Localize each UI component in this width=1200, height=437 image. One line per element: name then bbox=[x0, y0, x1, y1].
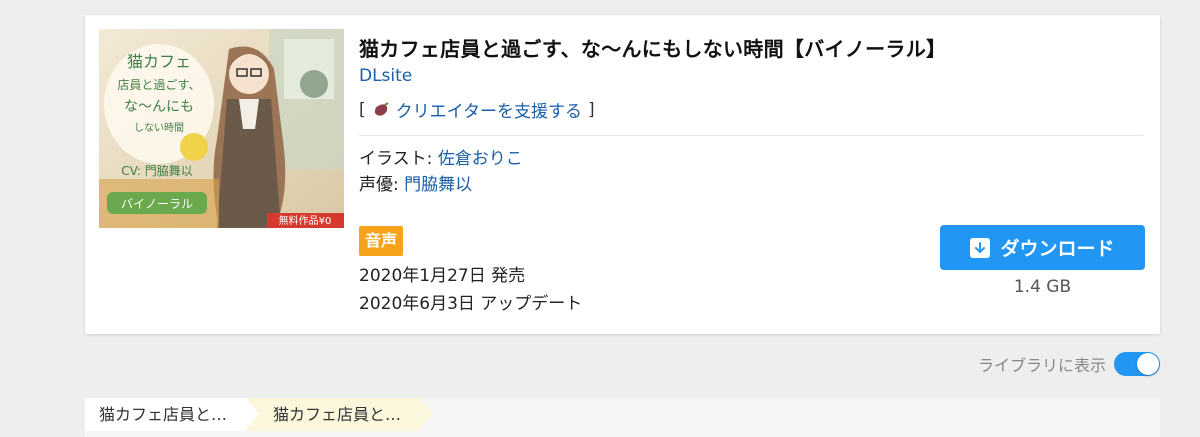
update-date: 2020年6月3日 アップデート bbox=[359, 294, 583, 314]
breadcrumb: 猫カフェ店員と… 猫カフェ店員と… bbox=[85, 398, 1160, 437]
divider bbox=[359, 135, 1143, 136]
breadcrumb-label: 猫カフェ店員と… bbox=[273, 405, 402, 424]
breadcrumb-separator bbox=[245, 398, 260, 430]
download-button[interactable]: ダウンロード bbox=[940, 225, 1145, 270]
voice-actor-link[interactable]: 門脇舞以 bbox=[404, 175, 472, 195]
credit-label: イラスト: bbox=[359, 149, 438, 169]
work-thumbnail[interactable]: バイノーラル 猫カフェ 店員と過ごす、 な〜んにも しない時間 CV: 門脇舞以… bbox=[99, 29, 344, 228]
library-toggle-row: ライブラリに表示 bbox=[978, 352, 1160, 376]
breadcrumb-item-2[interactable]: 猫カフェ店員と… bbox=[245, 398, 434, 431]
toggle-knob bbox=[1137, 353, 1159, 375]
work-card: バイノーラル 猫カフェ 店員と過ごす、 な〜んにも しない時間 CV: 門脇舞以… bbox=[85, 15, 1160, 334]
file-size: 1.4 GB bbox=[1013, 277, 1072, 297]
download-label: ダウンロード bbox=[1000, 238, 1115, 260]
support-creator-label: クリエイターを支援する bbox=[395, 102, 582, 122]
breadcrumb-separator bbox=[419, 398, 434, 430]
support-bracket-open: [ bbox=[359, 99, 366, 120]
sweet-potato-icon bbox=[374, 101, 389, 116]
support-creator-link[interactable]: クリエイターを支援する bbox=[372, 97, 582, 122]
library-toggle[interactable] bbox=[1114, 352, 1160, 376]
credit-illustration: イラスト: 佐倉おりこ bbox=[359, 146, 523, 172]
support-creator: [ クリエイターを支援する ] bbox=[359, 97, 595, 123]
svg-text:猫カフェ: 猫カフェ bbox=[127, 52, 191, 71]
credit-voice: 声優: 門脇舞以 bbox=[359, 172, 523, 198]
library-toggle-label: ライブラリに表示 bbox=[977, 356, 1106, 375]
credits: イラスト: 佐倉おりこ 声優: 門脇舞以 bbox=[359, 146, 523, 198]
illustrator-link[interactable]: 佐倉おりこ bbox=[438, 149, 523, 169]
category-badge: 音声 bbox=[359, 226, 404, 256]
maker-link[interactable]: DLsite bbox=[359, 66, 412, 86]
svg-text:店員と過ごす、: 店員と過ごす、 bbox=[117, 77, 200, 92]
breadcrumb-item-1[interactable]: 猫カフェ店員と… bbox=[85, 398, 260, 431]
dates: 2020年1月27日 発売 2020年6月3日 アップデート bbox=[359, 262, 582, 318]
credit-label: 声優: bbox=[359, 175, 405, 195]
svg-text:しない時間: しない時間 bbox=[134, 122, 184, 134]
breadcrumb-label: 猫カフェ店員と… bbox=[99, 405, 228, 424]
release-date: 2020年1月27日 発売 bbox=[359, 266, 526, 286]
svg-text:な〜んにも: な〜んにも bbox=[124, 99, 194, 115]
download-arrow-icon bbox=[970, 237, 991, 258]
support-bracket-close: ] bbox=[587, 99, 595, 120]
work-title[interactable]: 猫カフェ店員と過ごす、な〜んにもしない時間【バイノーラル】 bbox=[359, 33, 1149, 62]
svg-text:無料作品¥0: 無料作品¥0 bbox=[279, 214, 332, 227]
svg-text:CV: 門脇舞以: CV: 門脇舞以 bbox=[121, 164, 192, 178]
svg-text:バイノーラル: バイノーラル bbox=[121, 197, 193, 211]
thumbnail-art: バイノーラル 猫カフェ 店員と過ごす、 な〜んにも しない時間 CV: 門脇舞以… bbox=[99, 29, 344, 228]
